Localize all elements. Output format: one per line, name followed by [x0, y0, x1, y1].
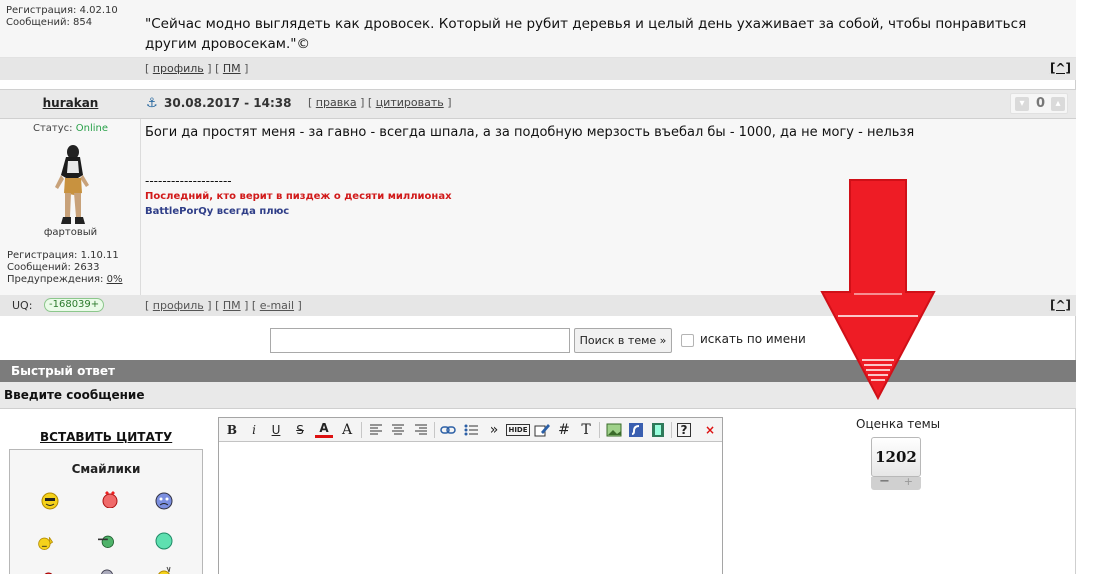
- post-date: 30.08.2017 - 14:38: [164, 96, 292, 110]
- close-editor-button[interactable]: ×: [701, 422, 719, 438]
- toolbar-divider: [671, 422, 672, 438]
- post-header: hurakan ⚓ 30.08.2017 - 14:38 [ правка ] …: [0, 89, 1076, 119]
- toolbar-divider: [434, 422, 435, 438]
- quote-link[interactable]: цитировать: [376, 96, 444, 109]
- message-editor[interactable]: B i U S A A » HIDE # T ? ×: [218, 417, 723, 574]
- align-right-icon[interactable]: [412, 422, 430, 438]
- red-arrow-icon: [820, 179, 936, 400]
- avatar: [55, 145, 89, 224]
- thumbs-down-icon[interactable]: ▾: [1015, 97, 1029, 111]
- signature-line-red: Последний, кто верит в пиздеж о десяти м…: [145, 191, 452, 202]
- post-text: Боги да простят меня - за гавно - всегда…: [145, 125, 915, 140]
- editor-toolbar: B i U S A A » HIDE # T ? ×: [219, 418, 722, 442]
- rating-minus-button[interactable]: −: [879, 474, 890, 489]
- online-badge: Online: [75, 123, 108, 134]
- toolbar-divider: [599, 422, 600, 438]
- pm-link[interactable]: ПМ: [223, 62, 241, 75]
- topic-rating-title: Оценка темы: [856, 417, 941, 431]
- user-stats: Регистрация: 1.10.11 Сообщений: 2633 Пре…: [7, 250, 122, 286]
- previous-post-footer: [ профиль ] [ ПМ ] [^]: [0, 58, 1076, 80]
- warnings-link[interactable]: 0%: [107, 274, 123, 285]
- image-icon[interactable]: [605, 422, 623, 438]
- previous-messages: Сообщений: 854: [6, 17, 93, 28]
- crying-smiley-icon[interactable]: [155, 492, 173, 510]
- previous-user-info: Регистрация: 4.02.10 Сообщений: 854: [6, 5, 118, 29]
- search-by-name-label: искать по имени: [700, 332, 806, 346]
- post-author[interactable]: hurakan: [0, 90, 141, 118]
- profile-link[interactable]: профиль: [153, 299, 204, 312]
- toolbar-divider: [361, 422, 362, 438]
- uq-reputation[interactable]: -168039+: [44, 298, 105, 312]
- rating-plus-button[interactable]: +: [904, 475, 913, 488]
- previous-post-links: [ профиль ] [ ПМ ]: [145, 62, 249, 75]
- signature-divider: --------------------: [145, 174, 232, 188]
- underline-button[interactable]: U: [267, 422, 285, 438]
- italic-button[interactable]: i: [245, 422, 263, 438]
- previous-post-text: "Сейчас модно выглядеть как дровосек. Ко…: [145, 16, 1027, 52]
- smilies-panel: Смайлики: [9, 449, 203, 574]
- quote-button[interactable]: »: [485, 422, 503, 438]
- link-icon[interactable]: [439, 422, 457, 438]
- topic-rating-value: 1202: [871, 437, 921, 477]
- pm-link[interactable]: ПМ: [223, 299, 241, 312]
- post-footer-links: [ профиль ] [ ПМ ] [ e-mail ]: [145, 299, 302, 312]
- hash-button[interactable]: #: [555, 422, 573, 438]
- post-rating: ▾ 0 ▴: [1010, 93, 1068, 114]
- uq-label: UQ:: [12, 299, 33, 312]
- signature-line-blue: BattlePorQy всегда плюс: [145, 206, 290, 217]
- user-rank: фартовый: [43, 227, 98, 238]
- user-panel: Статус: Online фартовый Регистрация: 1.1…: [0, 119, 141, 295]
- post-actions: [ правка ] [ цитировать ]: [308, 96, 452, 109]
- scroll-top-link[interactable]: [^]: [1050, 298, 1071, 312]
- search-by-name-checkbox[interactable]: [681, 334, 694, 347]
- mint-smiley-icon[interactable]: [155, 532, 173, 550]
- font-button[interactable]: T: [577, 422, 595, 438]
- message-textarea[interactable]: [219, 443, 722, 574]
- search-button[interactable]: Поиск в теме »: [574, 328, 672, 353]
- user-warnings: Предупреждения: 0%: [7, 274, 123, 285]
- red-smiley-icon[interactable]: [37, 568, 55, 574]
- insert-quote-link[interactable]: ВСТАВИТЬ ЦИТАТУ: [40, 430, 172, 444]
- user-registration: Регистрация: 1.10.11: [7, 250, 119, 261]
- robot-smiley-icon[interactable]: [98, 565, 116, 574]
- scroll-top-link[interactable]: [^]: [1050, 61, 1071, 75]
- thinking-smiley-icon[interactable]: [37, 534, 55, 552]
- peace-smiley-icon[interactable]: [155, 565, 173, 574]
- signature: -------------------- Последний, кто вери…: [145, 174, 452, 219]
- user-status: Статус: Online: [33, 123, 108, 134]
- user-messages: Сообщений: 2633: [7, 262, 100, 273]
- topic-rating-widget: 1202 − +: [871, 437, 921, 491]
- list-icon[interactable]: [462, 422, 480, 438]
- flash-icon[interactable]: [627, 422, 645, 438]
- smiley-icon[interactable]: [41, 492, 59, 510]
- profile-link[interactable]: профиль: [153, 62, 204, 75]
- font-size-button[interactable]: A: [338, 422, 356, 438]
- edit-icon[interactable]: [533, 422, 551, 438]
- bold-button[interactable]: B: [223, 422, 241, 438]
- previous-registration: Регистрация: 4.02.10: [6, 5, 118, 16]
- help-button[interactable]: ?: [677, 423, 691, 437]
- align-left-icon[interactable]: [367, 422, 385, 438]
- strike-button[interactable]: S: [291, 422, 309, 438]
- previous-post: Регистрация: 4.02.10 Сообщений: 854 "Сей…: [0, 0, 1076, 58]
- forum-thread: Регистрация: 4.02.10 Сообщений: 854 "Сей…: [0, 0, 1076, 574]
- align-center-icon[interactable]: [389, 422, 407, 438]
- smilies-title: Смайлики: [71, 462, 141, 476]
- anchor-icon[interactable]: ⚓: [146, 96, 158, 111]
- post-rating-value: 0: [1036, 96, 1046, 111]
- search-input[interactable]: [270, 328, 570, 353]
- text-color-button[interactable]: A: [315, 422, 333, 438]
- sniper-smiley-icon[interactable]: [98, 532, 116, 550]
- video-icon[interactable]: [649, 422, 667, 438]
- love-smiley-icon[interactable]: [101, 490, 119, 508]
- email-link[interactable]: e-mail: [260, 299, 294, 312]
- thumbs-up-icon[interactable]: ▴: [1051, 97, 1065, 111]
- topic-rating-controls: − +: [871, 474, 921, 490]
- edit-link[interactable]: правка: [316, 96, 357, 109]
- hide-button[interactable]: HIDE: [506, 424, 530, 436]
